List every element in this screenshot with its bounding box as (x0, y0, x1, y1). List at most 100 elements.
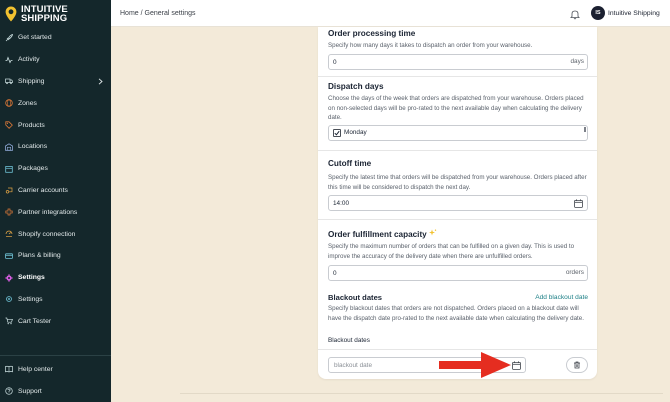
top-header: Home / General settings IS Intuitive Shi… (111, 0, 670, 27)
sidebar-item-help-center[interactable]: Help center (0, 358, 111, 380)
sidebar-item-packages[interactable]: Packages (0, 158, 111, 180)
sidebar-item-label: Locations (18, 143, 48, 151)
calendar-icon[interactable] (512, 361, 521, 372)
red-arrow-icon (439, 352, 511, 378)
sidebar-item-support[interactable]: Support (0, 380, 111, 402)
sidebar-item-label: Packages (18, 165, 48, 173)
avatar[interactable]: IS (591, 6, 605, 20)
add-blackout-date-link[interactable]: Add blackout date (535, 294, 588, 301)
warehouse-icon (5, 143, 13, 151)
carrier-icon (5, 186, 13, 194)
sidebar-item-label: Settings (18, 274, 45, 282)
section-description: Specify the latest time that orders will… (328, 174, 587, 191)
fulfillment-capacity-input[interactable]: 0 orders (328, 265, 588, 281)
section-description: Specify the maximum number of orders tha… (328, 243, 575, 260)
section-title: Cutoff time (328, 159, 372, 168)
processing-days-input[interactable]: 0 days (328, 54, 588, 70)
section-description: Specify blackout dates that orders are n… (328, 305, 584, 322)
bell-icon[interactable] (570, 7, 580, 25)
chevron-right-icon (98, 78, 103, 87)
dispatch-days-list[interactable]: Monday (328, 125, 588, 141)
sidebar-item-shopify-connection[interactable]: Shopify connection (0, 223, 111, 245)
rocket-icon (5, 33, 13, 42)
orders-suffix: orders (565, 269, 584, 276)
blackout-date-placeholder: blackout date (334, 361, 373, 369)
sidebar-item-settings[interactable]: Settings (0, 267, 111, 289)
processing-days-value: 0 (333, 58, 337, 66)
section-description: Choose the days of the week that orders … (328, 95, 584, 122)
section-title-text: Order fulfillment capacity (328, 230, 427, 239)
brand-line-2: SHIPPING (21, 12, 68, 24)
sparkle-icon (428, 229, 437, 239)
sidebar-item-activity[interactable]: Activity (0, 49, 111, 71)
section-divider (318, 150, 597, 151)
tag-icon (5, 121, 13, 129)
sidebar-item-label: Settings (18, 295, 43, 303)
sidebar-item-label: Plans & billing (18, 252, 61, 260)
sidebar-item-label: Partner integrations (18, 208, 78, 216)
sidebar-item-plans-billing[interactable]: Plans & billing (0, 245, 111, 267)
processing-time-section: Order processing time Specify how many d… (328, 29, 588, 51)
page-bottom-divider (180, 393, 663, 394)
blackout-dates-label: Blackout dates (328, 337, 370, 344)
brand-logo[interactable]: INTUITIVE SHIPPING (0, 0, 111, 27)
sidebar-item-settings-secondary[interactable]: Settings (0, 289, 111, 311)
section-divider (318, 219, 597, 220)
list-scrollbar[interactable] (584, 127, 586, 132)
truck-icon (5, 77, 13, 85)
sidebar-item-label: Shipping (18, 77, 45, 85)
sidebar-item-carrier-accounts[interactable]: Carrier accounts (0, 180, 111, 202)
section-title: Dispatch days (328, 82, 384, 91)
section-title: Order fulfillment capacity (328, 229, 588, 239)
sidebar-item-label: Zones (18, 99, 37, 107)
general-settings-card: Order processing time Specify how many d… (318, 27, 597, 379)
sidebar-item-zones[interactable]: Zones (0, 92, 111, 114)
location-pin-icon (5, 6, 17, 22)
sidebar-item-cart-tester[interactable]: Cart Tester (0, 310, 111, 332)
sidebar-item-label: Shopify connection (18, 230, 76, 238)
days-suffix: days (570, 58, 585, 65)
package-icon (5, 165, 13, 173)
capacity-value: 0 (333, 269, 337, 277)
sidebar-item-label: Carrier accounts (18, 186, 68, 194)
gear-outline-icon (5, 295, 13, 303)
sidebar: INTUITIVE SHIPPING Get started Activity … (0, 0, 111, 402)
sidebar-item-label: Products (18, 121, 45, 129)
monday-checkbox[interactable] (333, 129, 341, 137)
sidebar-item-label: Activity (18, 56, 40, 64)
delete-blackout-date-button[interactable] (566, 357, 588, 373)
shopify-icon (5, 230, 13, 238)
brand-name: INTUITIVE SHIPPING (21, 4, 68, 24)
calendar-icon[interactable] (574, 199, 583, 210)
cutoff-time-section: Cutoff time Specify the latest time that… (328, 159, 588, 192)
section-description: Specify how many days it takes to dispat… (328, 42, 533, 49)
cart-icon (5, 317, 13, 325)
globe-icon (5, 99, 13, 107)
user-name[interactable]: Intuitive Shipping (608, 10, 660, 17)
fulfillment-capacity-section: Order fulfillment capacity Specify the m… (328, 229, 588, 261)
sidebar-item-shipping[interactable]: Shipping (0, 71, 111, 93)
sidebar-item-label: Get started (18, 34, 52, 42)
sidebar-item-get-started[interactable]: Get started (0, 27, 111, 49)
section-divider (318, 76, 597, 77)
sidebar-item-locations[interactable]: Locations (0, 136, 111, 158)
sidebar-bottom-nav: Help center Support (0, 355, 111, 402)
help-icon (5, 387, 13, 395)
sidebar-item-products[interactable]: Products (0, 114, 111, 136)
sidebar-item-partner-integrations[interactable]: Partner integrations (0, 201, 111, 223)
sidebar-item-label: Help center (18, 365, 53, 373)
activity-icon (5, 56, 13, 64)
breadcrumb[interactable]: Home / General settings (120, 10, 195, 17)
cutoff-time-value: 14:00 (333, 199, 349, 207)
sidebar-nav: Get started Activity Shipping Zones Prod… (0, 27, 111, 332)
cutoff-time-input[interactable]: 14:00 (328, 195, 588, 211)
sidebar-item-label: Cart Tester (18, 317, 52, 325)
monday-label: Monday (344, 129, 367, 136)
section-divider (318, 349, 597, 350)
dispatch-days-section: Dispatch days Choose the days of the wee… (328, 82, 588, 123)
integration-icon (5, 208, 13, 216)
section-title: Order processing time (328, 29, 416, 38)
sidebar-item-label: Support (18, 387, 42, 395)
book-icon (5, 365, 13, 373)
billing-icon (5, 252, 13, 260)
